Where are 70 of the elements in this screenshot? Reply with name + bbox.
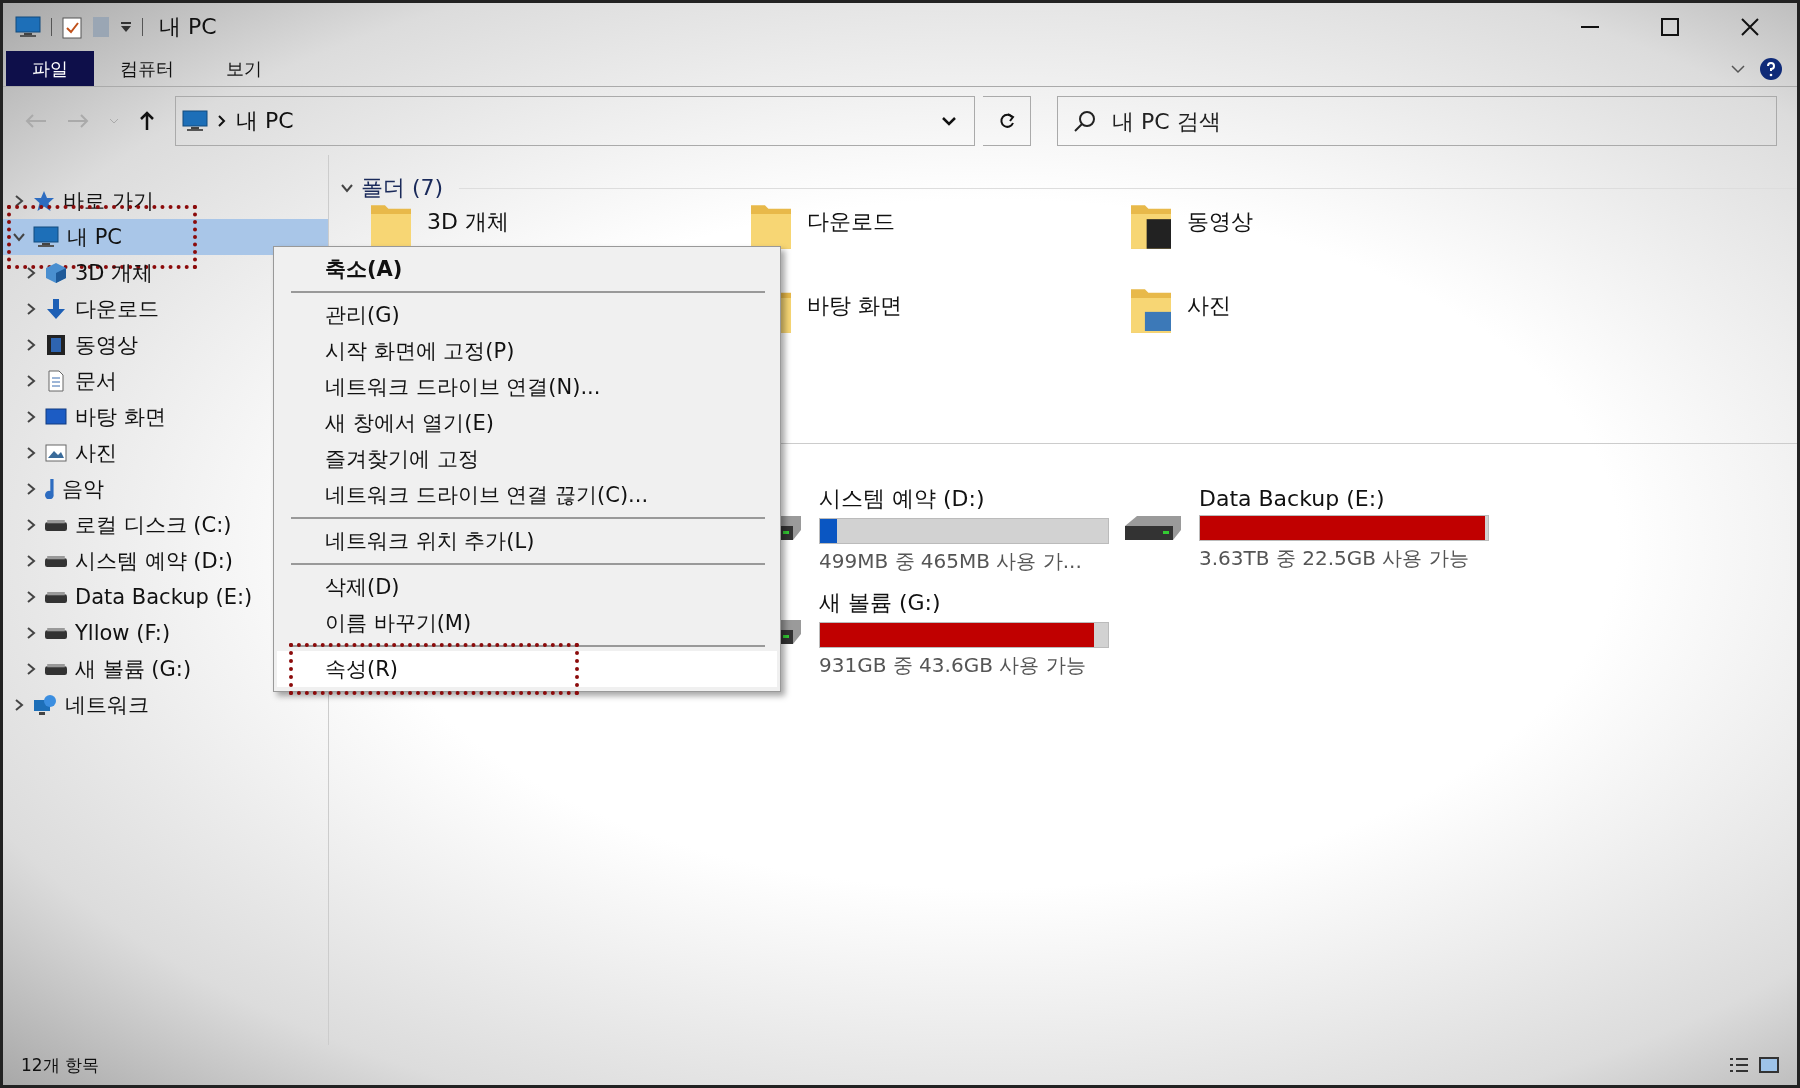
search-icon <box>1073 109 1097 133</box>
maximize-icon <box>1661 18 1679 36</box>
network-icon <box>33 694 57 716</box>
refresh-icon <box>997 112 1016 130</box>
large-icons-view-icon[interactable] <box>1759 1056 1779 1074</box>
menu-item[interactable]: 관리(G) <box>277 297 777 333</box>
menu-item[interactable]: 속성(R) <box>277 651 777 687</box>
drive-icon <box>45 555 67 567</box>
close-icon <box>1741 18 1759 36</box>
navigation-item[interactable]: 바로 가기 <box>3 183 328 219</box>
chevron-down-icon <box>1731 63 1745 74</box>
cube-icon <box>45 262 67 284</box>
free-space-text: 3.63TB 중 22.5GB 사용 가능 <box>1199 545 1470 572</box>
free-space-text: 499MB 중 465MB 사용 가... <box>819 547 1083 575</box>
free-space-text: 931GB 중 43.6GB 사용 가능 <box>819 651 1087 679</box>
minimize-icon <box>1581 26 1599 28</box>
folder-name: 3D 개체 <box>427 208 509 236</box>
star-icon <box>33 190 55 212</box>
chevron-down-icon <box>109 118 119 124</box>
folder-icon <box>1131 289 1171 333</box>
ribbon-tab[interactable]: 컴퓨터 <box>94 51 200 86</box>
menu-item[interactable]: 시작 화면에 고정(P) <box>277 333 777 369</box>
drive-icon <box>45 627 67 639</box>
image-icon <box>45 442 67 464</box>
system-drive-icon <box>45 519 67 531</box>
forward-arrow-icon <box>67 113 89 129</box>
menu-item[interactable]: 네트워크 드라이브 연결 끊기(C)... <box>277 477 777 513</box>
computer-icon <box>182 110 208 132</box>
film-icon <box>45 334 67 356</box>
menu-item[interactable]: 네트워크 위치 추가(L) <box>277 523 777 559</box>
drive-name: 새 볼륨 (G:) <box>819 588 942 617</box>
drive-name: 시스템 예약 (D:) <box>819 484 986 513</box>
up-arrow-icon <box>139 111 155 131</box>
folder-name: 사진 <box>1187 292 1231 320</box>
folder-name: 동영상 <box>1187 208 1253 236</box>
folder-name: 바탕 화면 <box>807 292 902 320</box>
item-count: 12개 항목 <box>21 1053 100 1077</box>
properties-icon[interactable] <box>62 15 82 39</box>
navigation-item[interactable]: 네트워크 <box>3 687 328 723</box>
address-bar[interactable]: 내 PC <box>175 96 975 146</box>
window-title: 내 PC <box>159 13 217 41</box>
address-path: 내 PC <box>236 107 295 135</box>
computer-icon <box>15 16 41 38</box>
music-note-icon <box>45 479 54 499</box>
folder-name: 다운로드 <box>807 208 895 236</box>
dropdown-icon[interactable] <box>120 21 132 33</box>
folder-icon <box>751 205 791 249</box>
menu-item[interactable]: 새 창에서 열기(E) <box>277 405 777 441</box>
help-icon[interactable] <box>1759 56 1783 81</box>
desktop-icon <box>45 406 67 428</box>
details-view-icon[interactable] <box>1729 1056 1749 1074</box>
section-title: 폴더 (7) <box>361 174 444 202</box>
menu-item[interactable]: 삭제(D) <box>277 569 777 605</box>
menu-item[interactable]: 즐겨찾기에 고정 <box>277 441 777 477</box>
drive-icon <box>45 591 67 603</box>
chevron-down-icon <box>942 116 956 126</box>
back-arrow-icon <box>25 113 47 129</box>
search-field[interactable]: 내 PC 검색 <box>1057 96 1777 146</box>
file-menu-tab[interactable]: 파일 <box>6 51 94 86</box>
download-arrow-icon <box>45 298 67 320</box>
drive-icon <box>45 663 67 675</box>
navigation-item[interactable]: 내 PC <box>3 219 328 255</box>
menu-item[interactable]: 네트워크 드라이브 연결(N)... <box>277 369 777 405</box>
drive-name: Data Backup (E:) <box>1199 486 1386 511</box>
computer-icon <box>33 226 59 248</box>
ribbon-tab[interactable]: 보기 <box>200 51 288 86</box>
folder-icon <box>371 205 411 249</box>
document-icon <box>45 370 67 392</box>
refresh-button[interactable] <box>983 96 1031 146</box>
folder-icon <box>1131 205 1171 249</box>
